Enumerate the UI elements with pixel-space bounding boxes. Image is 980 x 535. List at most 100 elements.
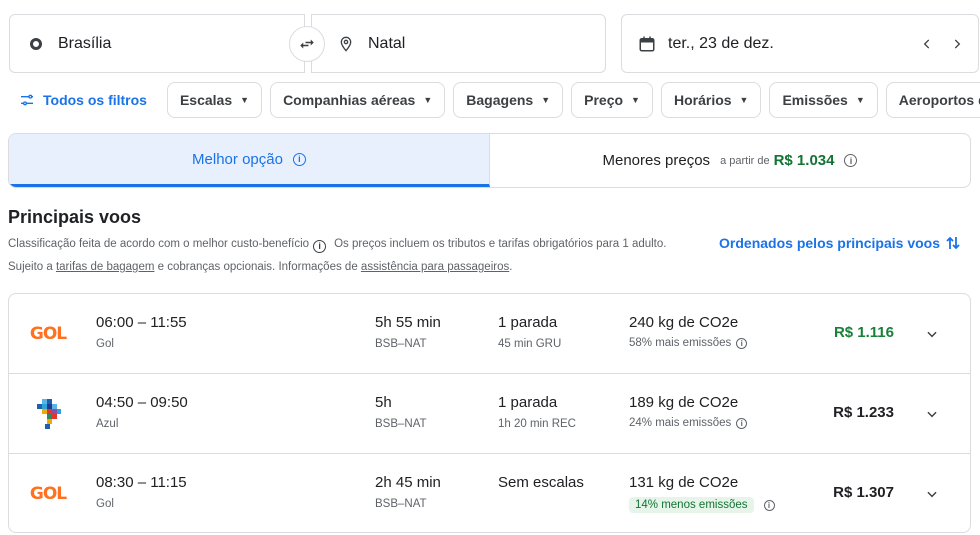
expand-button[interactable]: [920, 482, 944, 506]
cheapest-price: R$ 1.034: [773, 152, 835, 169]
fees-text-b: e cobranças opcionais. Informações de: [157, 261, 358, 273]
price: R$ 1.307: [833, 484, 894, 501]
emissions-note-text: 58% mais emissões: [629, 337, 732, 349]
baggage-fees-link[interactable]: tarifas de bagagem: [56, 261, 154, 273]
filter-chip-times[interactable]: Horários ▼: [660, 82, 762, 118]
expand-button[interactable]: [920, 402, 944, 426]
sort-button[interactable]: Ordenados pelos principais voos: [719, 235, 960, 251]
flight-row[interactable]: GOL 08:30 – 11:15 Gol 2h 45 min BSB–NAT …: [9, 454, 970, 532]
sort-arrows-icon: [946, 236, 960, 250]
chevron-down-icon: [927, 491, 937, 498]
gol-logo: GOL: [30, 320, 67, 348]
duration: 2h 45 min: [375, 474, 441, 491]
chevron-down-icon: [927, 331, 937, 338]
price: R$ 1.233: [833, 404, 894, 421]
emissions: 240 kg de CO2e: [629, 314, 739, 331]
destination-value: Natal: [368, 34, 406, 52]
chevron-left-icon: [923, 39, 930, 49]
caret-down-icon: ▼: [541, 95, 551, 105]
filter-bar: Todos os filtros Escalas ▼ Companhias aér…: [9, 82, 980, 118]
next-date-button[interactable]: [946, 33, 968, 55]
flight-results: GOL 06:00 – 11:55 Gol 5h 55 min BSB–NAT …: [8, 293, 971, 533]
gol-logo-text: GOL: [29, 484, 67, 504]
filter-chip-airlines[interactable]: Companhias aéreas ▼: [270, 82, 446, 118]
emissions-note-text: 24% mais emissões: [629, 417, 732, 429]
info-icon[interactable]: i: [736, 417, 748, 429]
flight-times: 06:00 – 11:55: [96, 314, 187, 331]
info-icon[interactable]: i: [844, 154, 858, 167]
emissions: 189 kg de CO2e: [629, 394, 739, 411]
layover-info: 1h 20 min REC: [498, 418, 576, 430]
caret-down-icon: ▼: [631, 95, 640, 105]
fees-text-a: Sujeito a: [8, 261, 53, 273]
fees-note: Sujeito a tarifas de bagagem e cobranças…: [8, 261, 512, 273]
ranking-text: Classificação feita de acordo com o melh…: [8, 238, 310, 250]
filter-chip-stops[interactable]: Escalas ▼: [166, 82, 263, 118]
chip-label: Horários: [673, 92, 732, 108]
price: R$ 1.116: [833, 324, 894, 341]
info-icon[interactable]: i: [313, 239, 327, 253]
azul-logo-icon: [31, 399, 65, 429]
info-icon[interactable]: i: [736, 337, 748, 349]
stops: 1 parada: [498, 314, 558, 331]
origin-field[interactable]: Brasília: [9, 14, 305, 73]
caret-down-icon: ▼: [240, 95, 250, 105]
filter-chip-bags[interactable]: Bagagens ▼: [453, 82, 564, 118]
previous-date-button[interactable]: [916, 33, 938, 55]
ranking-note: Classificação feita de acordo com o melh…: [8, 238, 666, 253]
airline-name: Azul: [96, 418, 119, 430]
date-field[interactable]: ter., 23 de dez.: [621, 14, 979, 73]
emissions: 131 kg de CO2e: [629, 474, 739, 491]
filter-sliders-icon: [21, 94, 33, 106]
all-filters-button[interactable]: Todos os filtros: [9, 82, 159, 118]
caret-down-icon: ▼: [423, 95, 433, 105]
sort-label: Ordenados pelos principais voos: [719, 235, 940, 251]
swap-arrows-icon: [300, 39, 314, 49]
flight-row[interactable]: 04:50 – 09:50 Azul 5h BSB–NAT 1 parada 1…: [9, 374, 970, 454]
airline-name: Gol: [96, 338, 114, 350]
airline-name: Gol: [96, 498, 114, 510]
flight-times: 04:50 – 09:50: [96, 394, 188, 411]
destination-field[interactable]: Natal: [311, 14, 606, 73]
date-value: ter., 23 de dez.: [668, 34, 774, 52]
origin-circle-icon: [30, 37, 42, 50]
gol-logo: GOL: [29, 480, 67, 508]
chevron-right-icon: [954, 39, 961, 49]
swap-button[interactable]: [289, 26, 325, 62]
duration: 5h 55 min: [375, 314, 441, 331]
tab-cheapest-label: Menores preços: [602, 152, 711, 169]
expand-button[interactable]: [920, 322, 944, 346]
tab-best-option[interactable]: Melhor opção i: [9, 134, 490, 187]
from-label: a partir de: [720, 154, 770, 167]
info-icon[interactable]: i: [763, 499, 775, 511]
all-filters-label: Todos os filtros: [43, 92, 147, 108]
route: BSB–NAT: [375, 418, 427, 430]
section-title: Principais voos: [8, 207, 142, 227]
fees-text-c: .: [509, 261, 513, 273]
location-pin-icon: [338, 34, 354, 54]
emissions-note: 24% mais emissões i: [629, 417, 748, 429]
filter-chip-airports[interactable]: Aeroportos de con: [885, 82, 980, 118]
info-icon[interactable]: i: [292, 152, 306, 166]
emissions-note: 14% menos emissões i: [629, 497, 775, 513]
chevron-down-icon: [927, 411, 937, 418]
filter-chip-price[interactable]: Preço ▼: [571, 82, 653, 118]
emissions-note: 58% mais emissões i: [629, 337, 748, 349]
tab-cheapest[interactable]: Menores preços a partir de R$ 1.034 i: [490, 134, 970, 187]
calendar-icon: [638, 35, 656, 53]
chip-label: Aeroportos de con: [898, 92, 980, 108]
less-emissions-badge: 14% menos emissões: [629, 497, 754, 513]
tab-best-label: Melhor opção: [192, 150, 283, 168]
flight-row[interactable]: GOL 06:00 – 11:55 Gol 5h 55 min BSB–NAT …: [9, 294, 970, 374]
chip-label: Preço: [584, 92, 624, 108]
route: BSB–NAT: [375, 498, 427, 510]
caret-down-icon: ▼: [739, 95, 749, 105]
passenger-assistance-link[interactable]: assistência para passageiros: [361, 261, 509, 273]
chip-label: Companhias aéreas: [283, 92, 416, 108]
origin-value: Brasília: [58, 34, 112, 52]
taxes-text: Os preços incluem os tributos e tarifas …: [334, 238, 667, 250]
chip-label: Emissões: [782, 92, 848, 108]
filter-chip-emissions[interactable]: Emissões ▼: [769, 82, 878, 118]
stops: 1 parada: [498, 394, 558, 411]
chip-label: Escalas: [179, 92, 233, 108]
